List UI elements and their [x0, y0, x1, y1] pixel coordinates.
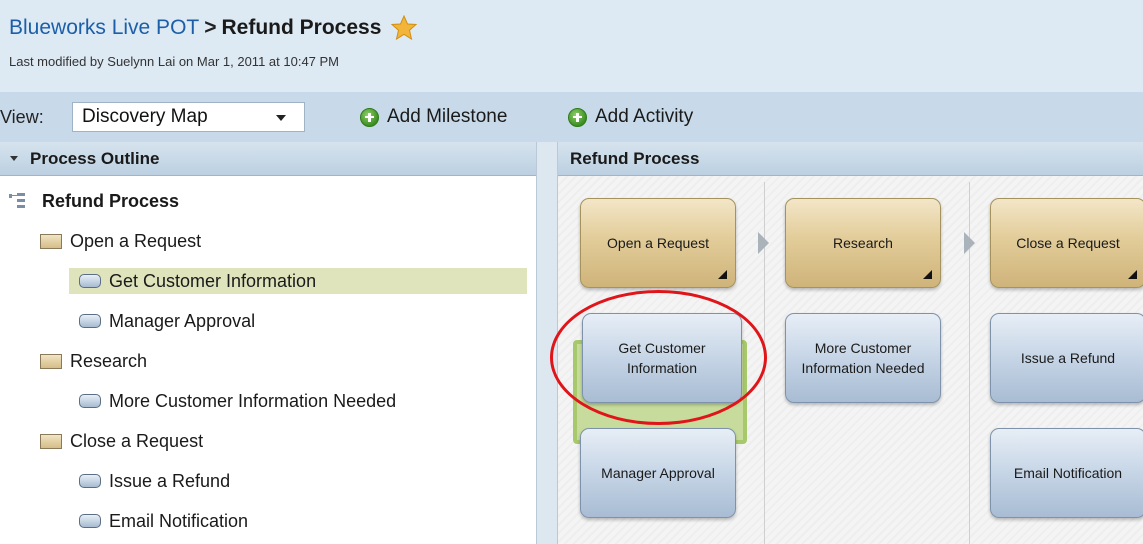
milestone-card-label: Close a Request	[1016, 235, 1120, 251]
last-modified-text: Last modified by Suelynn Lai on Mar 1, 2…	[9, 54, 340, 69]
discovery-map-canvas[interactable]: Open a Request Research Close a Request …	[558, 176, 1143, 544]
outline-root[interactable]: Refund Process	[8, 188, 179, 214]
add-icon	[568, 107, 587, 127]
activity-icon	[79, 394, 101, 408]
outline-milestone[interactable]: Research	[40, 348, 147, 374]
toolbar: View: Discovery Map Add Milestone Add Ac…	[0, 92, 1143, 142]
activity-card[interactable]: Email Notification	[990, 428, 1143, 518]
add-milestone-label: Add Milestone	[387, 106, 508, 127]
chevron-right-icon	[758, 232, 769, 254]
outline-activity[interactable]: More Customer Information Needed	[79, 388, 396, 414]
milestone-icon	[40, 353, 62, 369]
favorite-star-icon[interactable]	[391, 15, 418, 41]
milestone-icon	[40, 433, 62, 449]
outline-milestone-label: Open a Request	[70, 230, 202, 251]
outline-activity[interactable]: Manager Approval	[79, 308, 255, 334]
outline-activity[interactable]: Email Notification	[79, 508, 248, 534]
outline-activity-label: Get Customer Information	[109, 270, 317, 291]
page-header: Blueworks Live POT > Refund Process Last…	[0, 0, 1143, 92]
expand-corner-icon[interactable]	[923, 270, 932, 279]
tree-icon	[9, 193, 25, 208]
chevron-down-icon	[276, 115, 286, 121]
outline-milestone[interactable]: Open a Request	[40, 228, 201, 254]
expand-corner-icon[interactable]	[718, 270, 727, 279]
activity-icon	[79, 514, 101, 528]
outline-activity[interactable]: Issue a Refund	[79, 468, 230, 494]
add-activity-label: Add Activity	[595, 106, 694, 127]
activity-card[interactable]: Issue a Refund	[990, 313, 1143, 403]
add-icon	[360, 107, 379, 127]
activity-icon	[79, 474, 101, 488]
outline-activity-label: More Customer Information Needed	[109, 390, 397, 411]
outline-milestone-label: Close a Request	[70, 430, 204, 451]
activity-card-label: More Customer Information Needed	[801, 340, 925, 376]
process-outline-header[interactable]: Process Outline	[0, 142, 536, 176]
outline-activity-label: Issue a Refund	[109, 470, 231, 491]
panel-splitter[interactable]	[536, 142, 558, 544]
milestone-card[interactable]: Research	[785, 198, 941, 288]
outline-activity-label: Manager Approval	[109, 310, 256, 331]
discovery-map-header: Refund Process	[558, 142, 1143, 176]
process-outline-title: Process Outline	[30, 148, 160, 168]
activity-card-label: Email Notification	[1013, 465, 1123, 481]
view-select-value: Discovery Map	[82, 106, 208, 127]
milestone-card-label: Research	[833, 235, 893, 251]
view-label: View:	[0, 107, 44, 127]
add-milestone-button[interactable]: Add Milestone	[360, 104, 507, 130]
outline-milestone[interactable]: Close a Request	[40, 428, 203, 454]
expand-corner-icon[interactable]	[1128, 270, 1137, 279]
activity-card-label: Issue a Refund	[1020, 350, 1116, 366]
process-outline-panel: Process Outline Refund Process Open a Re…	[0, 142, 536, 544]
milestone-card[interactable]: Open a Request	[580, 198, 736, 288]
outline-milestone-label: Research	[70, 350, 148, 371]
activity-card[interactable]: Manager Approval	[580, 428, 736, 518]
outline-activity-selected[interactable]: Get Customer Information	[69, 268, 527, 294]
activity-card[interactable]: More Customer Information Needed	[785, 313, 941, 403]
view-select[interactable]: Discovery Map	[72, 102, 305, 132]
outline-activity-label: Email Notification	[109, 510, 249, 531]
milestone-icon	[40, 233, 62, 249]
outline-root-label: Refund Process	[42, 190, 180, 211]
chevron-right-icon	[964, 232, 975, 254]
activity-card-selected[interactable]: Get Customer Information	[582, 313, 742, 403]
breadcrumb: Blueworks Live POT > Refund Process	[9, 13, 418, 43]
discovery-map-panel: Refund Process Open a Request Research C…	[558, 142, 1143, 544]
activity-icon	[79, 274, 101, 288]
collapse-icon[interactable]	[10, 156, 18, 161]
milestone-card[interactable]: Close a Request	[990, 198, 1143, 288]
activity-icon	[79, 314, 101, 328]
activity-card-label: Manager Approval	[601, 465, 715, 481]
breadcrumb-separator: >	[204, 16, 217, 39]
breadcrumb-project-link[interactable]: Blueworks Live POT	[9, 16, 199, 40]
activity-card-label: Get Customer Information	[618, 340, 706, 376]
add-activity-button[interactable]: Add Activity	[568, 104, 693, 130]
page-title: Refund Process	[221, 16, 382, 39]
discovery-map-title: Refund Process	[570, 148, 700, 168]
milestone-card-label: Open a Request	[607, 235, 709, 251]
